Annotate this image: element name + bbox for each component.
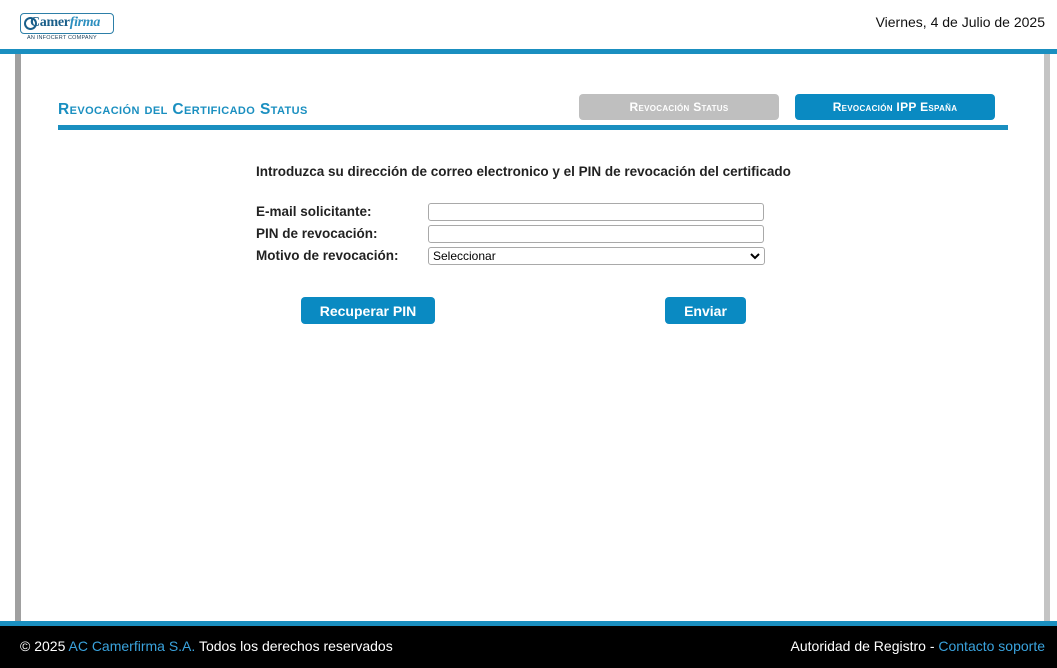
reason-label: Motivo de revocación: bbox=[256, 248, 399, 263]
logo-frame: Camerfirma bbox=[20, 13, 114, 34]
logo-tagline: AN INFOCERT COMPANY bbox=[27, 35, 97, 41]
company-link[interactable]: AC Camerfirma S.A. bbox=[68, 638, 195, 654]
pin-label: PIN de revocación: bbox=[256, 226, 378, 241]
rights-text: Todos los derechos reservados bbox=[198, 638, 393, 654]
reason-select-value: Seleccionar bbox=[433, 249, 496, 263]
camerfirma-logo[interactable]: Camerfirma AN INFOCERT COMPANY bbox=[20, 13, 115, 41]
recover-pin-button[interactable]: Recuperar PIN bbox=[301, 297, 435, 324]
send-button[interactable]: Enviar bbox=[665, 297, 746, 324]
footer-copyright: © 2025 AC Camerfirma S.A. Todos los dere… bbox=[20, 638, 393, 654]
email-field[interactable] bbox=[428, 203, 764, 221]
content-frame bbox=[15, 54, 1050, 622]
chevron-down-icon bbox=[750, 253, 760, 260]
logo-text: Camerfirma bbox=[30, 15, 101, 30]
pin-field[interactable] bbox=[428, 225, 764, 243]
support-link[interactable]: Contacto soporte bbox=[938, 638, 1045, 654]
email-label: E-mail solicitante: bbox=[256, 204, 372, 219]
footer: © 2025 AC Camerfirma S.A. Todos los dere… bbox=[0, 626, 1057, 668]
title-underline bbox=[58, 125, 1008, 130]
form-instructions: Introduzca su dirección de correo electr… bbox=[256, 164, 791, 179]
tab-revocacion-status[interactable]: Revocación Status bbox=[579, 94, 779, 120]
current-date: Viernes, 4 de Julio de 2025 bbox=[875, 14, 1045, 30]
header: Camerfirma AN INFOCERT COMPANY Viernes, … bbox=[0, 0, 1057, 50]
tab-revocacion-ipp[interactable]: Revocación IPP España bbox=[795, 94, 995, 120]
footer-links: Autoridad de Registro - Contacto soporte bbox=[791, 638, 1045, 654]
copyright-year: © 2025 bbox=[20, 638, 66, 654]
reason-select[interactable]: Seleccionar bbox=[428, 247, 765, 265]
page-title: Revocación del Certificado Status bbox=[58, 101, 308, 118]
registry-text: Autoridad de Registro - bbox=[790, 638, 935, 654]
